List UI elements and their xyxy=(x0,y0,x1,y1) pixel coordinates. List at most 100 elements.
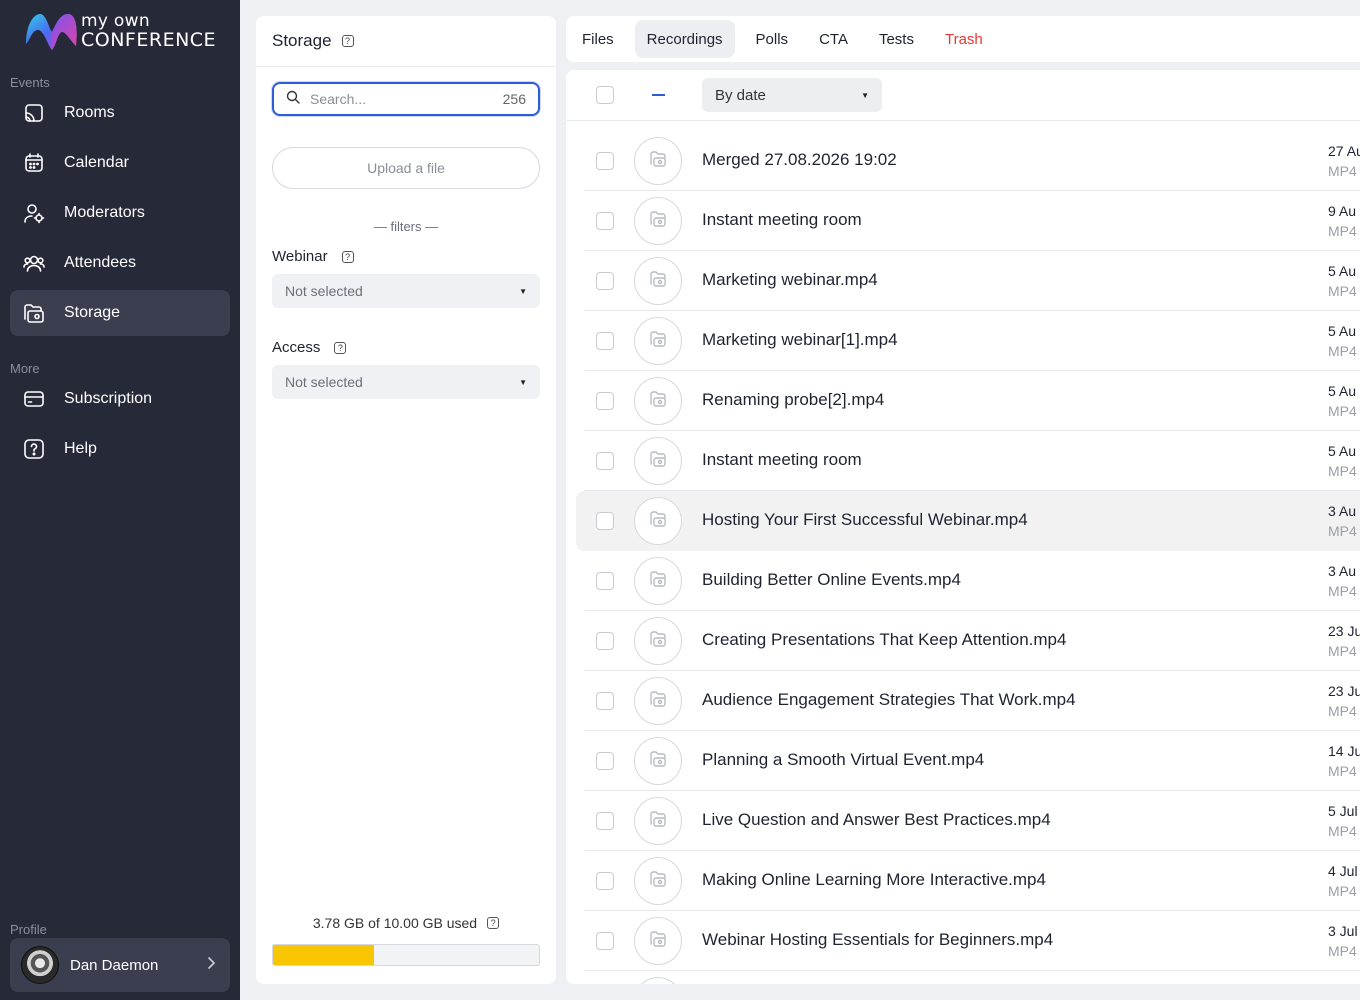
access-select[interactable]: Not selected ▼ xyxy=(272,365,540,399)
sidebar-item-rooms[interactable]: Rooms xyxy=(10,90,230,136)
sidebar-item-subscription[interactable]: Subscription xyxy=(10,376,230,422)
search-box[interactable]: 256 xyxy=(272,82,540,116)
tab-polls[interactable]: Polls xyxy=(746,20,799,58)
webinar-select[interactable]: Not selected ▼ xyxy=(272,274,540,308)
row-checkbox[interactable] xyxy=(596,272,614,290)
info-icon[interactable]: ? xyxy=(487,917,500,929)
recording-title[interactable]: Marketing webinar[1].mp4 xyxy=(702,330,898,350)
recording-type: MP4 xyxy=(1328,643,1357,659)
sidebar-item-attendees[interactable]: Attendees xyxy=(10,240,230,286)
recording-title[interactable]: Merged 27.08.2026 19:02 xyxy=(702,150,897,170)
list-item[interactable]: Live Question and Answer Best Practices.… xyxy=(576,791,1360,851)
cast-icon xyxy=(22,101,46,125)
row-checkbox[interactable] xyxy=(596,752,614,770)
recording-title[interactable]: Making Online Learning More Interactive.… xyxy=(702,870,1046,890)
recording-title[interactable]: Planning a Smooth Virtual Event.mp4 xyxy=(702,750,984,770)
sidebar-item-label: Storage xyxy=(64,304,121,321)
tab-recordings[interactable]: Recordings xyxy=(634,20,735,58)
list-item[interactable]: Planning a Smooth Virtual Event.mp4 14 Ju… xyxy=(576,731,1360,791)
recording-date: 14 Ju xyxy=(1328,743,1360,759)
sort-select[interactable]: By date ▼ xyxy=(702,78,882,112)
list-item[interactable]: Audience Engagement Strategies That Work… xyxy=(576,671,1360,731)
sidebar-item-storage[interactable]: Storage xyxy=(10,290,230,336)
list-item[interactable]: Making Online Learning More Interactive.… xyxy=(576,851,1360,911)
sidebar-item-label: Moderators xyxy=(64,204,145,221)
row-checkbox[interactable] xyxy=(596,932,614,950)
row-checkbox[interactable] xyxy=(596,812,614,830)
list-item[interactable]: Instant meeting room 9 Au MP4 xyxy=(576,191,1360,251)
sidebar-item-label: Calendar xyxy=(64,154,129,171)
recording-title[interactable]: Instant meeting room xyxy=(702,210,862,230)
upload-button[interactable]: Upload a file xyxy=(272,147,540,189)
chevron-right-icon xyxy=(206,956,216,975)
list-item[interactable]: Building Better Online Events.mp4 3 Au MP4 xyxy=(576,551,1360,611)
info-icon[interactable]: ? xyxy=(341,35,354,47)
tab-cta[interactable]: CTA xyxy=(809,20,858,58)
recording-title[interactable]: Creating Presentations That Keep Attenti… xyxy=(702,630,1066,650)
sidebar-item-calendar[interactable]: Calendar xyxy=(10,140,230,186)
row-checkbox[interactable] xyxy=(596,452,614,470)
recording-title[interactable]: Marketing webinar.mp4 xyxy=(702,270,878,290)
recording-title[interactable]: Building Better Online Events.mp4 xyxy=(702,570,961,590)
search-icon xyxy=(286,90,300,109)
recording-icon xyxy=(648,329,668,354)
row-checkbox[interactable] xyxy=(596,212,614,230)
recording-date: 5 Au xyxy=(1328,323,1357,339)
recording-title[interactable]: Live Question and Answer Best Practices.… xyxy=(702,810,1051,830)
recording-icon xyxy=(648,149,668,174)
recording-title[interactable]: Hosting Your First Successful Webinar.mp… xyxy=(702,510,1028,530)
recording-type: MP4 xyxy=(1328,523,1357,539)
select-all-checkbox[interactable] xyxy=(596,86,614,104)
recording-title[interactable]: Instant meeting room xyxy=(702,450,862,470)
row-checkbox[interactable] xyxy=(596,512,614,530)
recording-thumbnail xyxy=(634,797,682,845)
recording-type: MP4 xyxy=(1328,463,1357,479)
recording-date: 9 Au xyxy=(1328,203,1357,219)
row-checkbox[interactable] xyxy=(596,572,614,590)
attendees-icon xyxy=(22,251,46,275)
dropdown-arrow-icon: ▼ xyxy=(519,377,527,387)
search-input[interactable] xyxy=(310,91,503,107)
recording-title[interactable]: Webinar Hosting Essentials for Beginners… xyxy=(702,930,1053,950)
access-label-text: Access xyxy=(272,339,321,356)
row-checkbox[interactable] xyxy=(596,152,614,170)
list-item[interactable]: Renaming probe[2].mp4 5 Au MP4 xyxy=(576,371,1360,431)
list-item[interactable]: Hosting Your First Successful Webinar.mp… xyxy=(576,491,1360,551)
recording-title[interactable]: Renaming probe[2].mp4 xyxy=(702,390,884,410)
recording-thumbnail xyxy=(634,137,682,185)
tab-files[interactable]: Files xyxy=(572,20,624,58)
recording-type: MP4 xyxy=(1328,763,1357,779)
tab-trash[interactable]: Trash xyxy=(935,20,993,58)
info-icon[interactable]: ? xyxy=(341,250,354,263)
bulk-action-dash[interactable] xyxy=(652,94,665,96)
row-checkbox[interactable] xyxy=(596,872,614,890)
recording-icon xyxy=(648,929,668,954)
recording-icon xyxy=(648,449,668,474)
row-checkbox[interactable] xyxy=(596,332,614,350)
dropdown-arrow-icon: ▼ xyxy=(861,90,869,100)
recording-type: MP4 xyxy=(1328,223,1357,239)
recording-thumbnail xyxy=(634,557,682,605)
recording-date: 27 Au xyxy=(1328,143,1360,159)
row-checkbox[interactable] xyxy=(596,692,614,710)
filters-label: — filters — xyxy=(373,219,439,234)
recording-type: MP4 xyxy=(1328,403,1357,419)
list-item[interactable] xyxy=(576,971,1360,984)
sidebar-item-help[interactable]: Help xyxy=(10,426,230,472)
row-checkbox[interactable] xyxy=(596,632,614,650)
brand-line-1: my own xyxy=(81,11,150,31)
list-item[interactable]: Creating Presentations That Keep Attenti… xyxy=(576,611,1360,671)
list-item[interactable]: Webinar Hosting Essentials for Beginners… xyxy=(576,911,1360,971)
sidebar-item-moderators[interactable]: Moderators xyxy=(10,190,230,236)
tab-tests[interactable]: Tests xyxy=(869,20,924,58)
profile-card[interactable]: Dan Daemon xyxy=(10,938,230,992)
recording-title[interactable]: Audience Engagement Strategies That Work… xyxy=(702,690,1076,710)
brand-logo[interactable]: my own CONFERENCE xyxy=(24,10,224,56)
list-item[interactable]: Marketing webinar[1].mp4 5 Au MP4 xyxy=(576,311,1360,371)
file-count: 256 xyxy=(502,91,526,107)
list-item[interactable]: Instant meeting room 5 Au MP4 xyxy=(576,431,1360,491)
list-item[interactable]: Marketing webinar.mp4 5 Au MP4 xyxy=(576,251,1360,311)
row-checkbox[interactable] xyxy=(596,392,614,410)
info-icon[interactable]: ? xyxy=(334,341,347,354)
list-item[interactable]: Merged 27.08.2026 19:02 27 Au MP4 xyxy=(576,131,1360,191)
